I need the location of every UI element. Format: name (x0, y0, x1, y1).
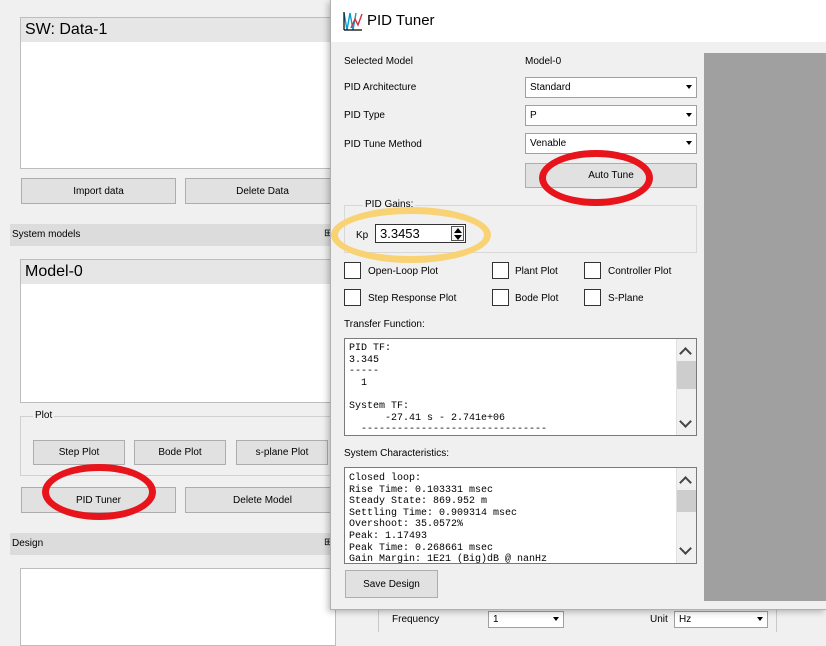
selected-model-label: Selected Model (344, 56, 413, 67)
pid-tune-method-value: Venable (530, 138, 567, 149)
open-loop-plot-checkbox[interactable] (344, 262, 361, 279)
sys-line: Peak Time: 0.268661 msec (349, 542, 494, 554)
transfer-function-text: PID TF: 3.345 ----- 1 System TF: -27.41 … (349, 343, 548, 436)
sys-line: Gain Margin: 1E21 (Big)dB @ nanHz (349, 554, 548, 564)
pid-gains-label: PID Gains: (363, 199, 416, 210)
kp-spin-arrows[interactable] (451, 226, 464, 241)
chevron-down-icon (686, 141, 692, 145)
tf-line: ----- (349, 366, 380, 378)
spin-down-icon[interactable] (454, 235, 462, 240)
plant-plot-checkbox[interactable] (492, 262, 509, 279)
controller-plot-checkbox[interactable] (584, 262, 601, 279)
pid-tune-method-select[interactable]: Venable (525, 133, 697, 154)
system-models-header: System models ⊞ (10, 224, 336, 246)
sys-line: Settling Time: 0.909314 msec (349, 507, 518, 519)
main-window-left: SW: Data-1 Import data Delete Data Syste… (0, 0, 340, 646)
design-label: Design (12, 538, 44, 549)
tf-line: ------------------------------- (349, 424, 548, 436)
pid-title-bar: PID Tuner (331, 0, 826, 42)
design-panel (20, 568, 336, 646)
step-response-plot-checkbox[interactable] (344, 289, 361, 306)
transfer-function-box[interactable]: PID TF: 3.345 ----- 1 System TF: -27.41 … (344, 338, 697, 436)
step-plot-button[interactable]: Step Plot (33, 440, 125, 465)
pid-type-value: P (530, 110, 537, 121)
unit-select-value: Hz (679, 614, 692, 625)
chevron-down-icon (686, 113, 692, 117)
tf-line: PID TF: (349, 343, 392, 354)
bode-plot-checkbox[interactable] (492, 289, 509, 306)
pid-architecture-label: PID Architecture (344, 82, 417, 93)
plot-group-label: Plot (33, 410, 55, 421)
sys-line: Closed loop: (349, 473, 422, 484)
sys-line: Peak: 1.17493 (349, 530, 428, 542)
tf-scrollbar[interactable] (676, 339, 696, 435)
step-response-plot-label: Step Response Plot (368, 293, 457, 304)
pid-window-title: PID Tuner (367, 12, 435, 29)
transfer-function-label: Transfer Function: (344, 319, 425, 330)
selected-model-value: Model-0 (525, 56, 562, 67)
pid-type-label: PID Type (344, 110, 385, 121)
tf-line: 3.345 (349, 354, 380, 366)
tf-line: -27.41 s - 2.741e+06 (349, 412, 506, 424)
chevron-up-icon[interactable] (679, 347, 692, 360)
bottom-strip-divider (776, 608, 777, 632)
bode-plot-button[interactable]: Bode Plot (134, 440, 226, 465)
open-loop-plot-label: Open-Loop Plot (368, 266, 439, 277)
tf-line: System TF: (349, 400, 410, 412)
chevron-down-icon[interactable] (679, 415, 692, 428)
auto-tune-button[interactable]: Auto Tune (525, 163, 697, 188)
unit-select[interactable]: Hz (674, 611, 768, 628)
frequency-select-value: 1 (493, 614, 499, 625)
plant-plot-label: Plant Plot (515, 266, 558, 277)
bottom-strip: Frequency 1 Unit Hz (336, 608, 826, 646)
system-characteristics-box[interactable]: Closed loop: Rise Time: 0.103331 msec St… (344, 467, 697, 564)
delete-model-button[interactable]: Delete Model (185, 487, 340, 513)
unit-label: Unit (650, 614, 668, 625)
chevron-down-icon[interactable] (679, 542, 692, 555)
tf-line (349, 389, 547, 401)
tf-scrollbar-thumb[interactable] (677, 361, 696, 389)
frequency-select[interactable]: 1 (488, 611, 564, 628)
kp-spinbox[interactable]: 3.3453 (375, 224, 466, 243)
pid-app-icon (343, 11, 363, 31)
chevron-down-icon (686, 85, 692, 89)
pid-tuner-window: PID Tuner Selected Model Model-0 PID Arc… (330, 0, 826, 610)
spin-up-icon[interactable] (454, 228, 462, 233)
frequency-label: Frequency (392, 614, 440, 625)
pid-architecture-select[interactable]: Standard (525, 77, 697, 98)
save-design-button[interactable]: Save Design (345, 570, 438, 598)
splane-plot-button[interactable]: s-plane Plot (236, 440, 328, 465)
controller-plot-label: Controller Plot (608, 266, 672, 277)
delete-data-button[interactable]: Delete Data (185, 178, 340, 204)
pid-architecture-value: Standard (530, 82, 571, 93)
system-models-label: System models (12, 229, 81, 240)
pid-type-select[interactable]: P (525, 105, 697, 126)
sys-line: Rise Time: 0.103331 msec (349, 484, 494, 496)
sys-line: Overshoot: 35.0572% (349, 519, 464, 531)
chevron-up-icon[interactable] (679, 476, 692, 489)
data-panel: SW: Data-1 (20, 17, 336, 169)
system-characteristics-label: System Characteristics: (344, 448, 450, 459)
pid-tune-method-label: PID Tune Method (344, 139, 422, 150)
chevron-down-icon (757, 617, 763, 621)
import-data-button[interactable]: Import data (21, 178, 176, 204)
splane-label: S-Plane (608, 293, 644, 304)
sys-line: Steady State: 869.952 m (349, 496, 488, 508)
bottom-strip-divider (378, 608, 379, 632)
model-list-panel: Model-0 (20, 259, 336, 403)
pid-tuner-button[interactable]: PID Tuner (21, 487, 176, 513)
sys-scrollbar-thumb[interactable] (677, 490, 696, 512)
plot-area (704, 53, 826, 601)
data-panel-title: SW: Data-1 (21, 18, 335, 42)
kp-value: 3.3453 (380, 226, 420, 241)
model-list-item[interactable]: Model-0 (21, 260, 335, 284)
chevron-down-icon (553, 617, 559, 621)
kp-label: Kp (356, 230, 369, 241)
design-header: Design ⊞ (10, 533, 336, 555)
bode-plot-label: Bode Plot (515, 293, 559, 304)
splane-checkbox[interactable] (584, 289, 601, 306)
system-characteristics-text: Closed loop: Rise Time: 0.103331 msec St… (349, 473, 548, 564)
tf-line: 1 (349, 377, 368, 389)
sys-scrollbar[interactable] (676, 468, 696, 563)
